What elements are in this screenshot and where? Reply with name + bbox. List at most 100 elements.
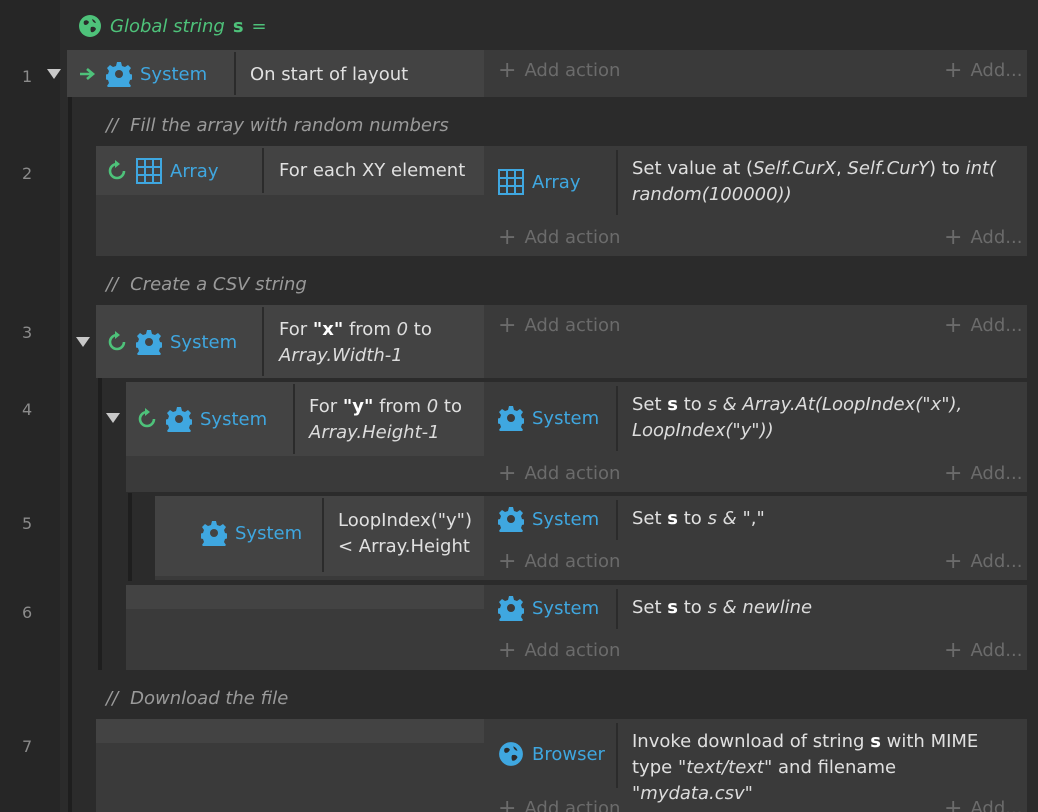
collapse-arrow[interactable] (106, 413, 120, 423)
object-name: System (532, 508, 600, 530)
condition-text: For "y" from 0 to Array.Height-1 (309, 396, 462, 443)
plus-icon: + (498, 57, 517, 83)
divider (616, 150, 618, 215)
add-action-button[interactable]: + Add action (498, 460, 620, 486)
object-name: Array (532, 171, 581, 193)
plus-icon: + (944, 795, 963, 812)
loop-icon (108, 160, 126, 180)
action-text[interactable]: Set s to s & "," (632, 506, 1017, 532)
condition-object[interactable]: System (78, 61, 207, 87)
condition-object[interactable]: System (106, 329, 237, 355)
action-object[interactable]: System (498, 506, 599, 532)
object-name: System (170, 331, 238, 353)
gear-icon (498, 596, 524, 621)
globe-icon (79, 15, 101, 37)
condition-object[interactable]: Array (106, 158, 218, 184)
add-action-button[interactable]: + Add action (498, 226, 620, 248)
condition-text: For "x" from 0 to Array.Width-1 (279, 319, 432, 366)
add-action-button[interactable]: + Add action (498, 548, 620, 574)
object-name: System (235, 522, 303, 544)
tree-line (68, 97, 72, 812)
gear-icon (498, 507, 524, 532)
array-grid-icon (136, 158, 162, 184)
condition-object[interactable]: System (201, 520, 302, 546)
event-sheet: 1 2 3 4 5 6 7 Global string s = System O… (0, 0, 1038, 812)
add-more-button[interactable]: + Add... (944, 795, 1022, 812)
empty-condition-row[interactable] (126, 585, 484, 609)
global-equals: = (251, 15, 267, 37)
add-more-button[interactable]: + Add... (944, 637, 1022, 663)
action-text[interactable]: Set s to s & newline (632, 595, 1017, 621)
action-object[interactable]: Array (498, 169, 580, 195)
add-action-button[interactable]: + Add action (498, 314, 620, 336)
tree-line (128, 493, 132, 581)
condition-text: LoopIndex("y") < Array.Height (338, 510, 472, 557)
condition-text: For each XY element (279, 160, 466, 181)
line-number: 7 (22, 737, 33, 756)
comment[interactable]: // Fill the array with random numbers (106, 115, 449, 136)
divider (616, 386, 618, 451)
action-object[interactable]: System (498, 405, 599, 431)
condition-object[interactable]: System (136, 406, 267, 432)
divider (616, 500, 618, 540)
object-name: System (532, 597, 600, 619)
trigger-arrow-icon (80, 68, 96, 80)
gear-icon (136, 330, 162, 355)
global-var-name: s (232, 15, 244, 37)
gear-icon (201, 521, 227, 546)
plus-icon: + (944, 548, 963, 574)
action-object[interactable]: System (498, 595, 599, 621)
divider (616, 589, 618, 629)
gear-icon (498, 406, 524, 431)
line-number: 4 (22, 400, 33, 419)
comment[interactable]: // Create a CSV string (106, 274, 307, 295)
comment-text: Fill the array with random numbers (130, 115, 449, 136)
condition-text: On start of layout (250, 64, 409, 85)
divider (616, 723, 618, 788)
action-object[interactable]: Browser (498, 741, 605, 767)
plus-icon: + (944, 224, 963, 250)
globe-icon (499, 742, 523, 766)
add-action-button[interactable]: + Add action (498, 57, 620, 83)
object-name: Browser (532, 743, 605, 765)
comment[interactable]: // Download the file (106, 688, 288, 709)
action-text[interactable]: Set value at (Self.CurX, Self.CurY) to i… (632, 156, 1017, 208)
divider (322, 498, 324, 572)
line-number: 3 (22, 323, 33, 342)
plus-icon: + (944, 312, 963, 338)
plus-icon: + (944, 57, 963, 83)
plus-icon: + (944, 460, 963, 486)
line-number: 5 (22, 514, 33, 533)
object-name: Array (170, 160, 219, 182)
object-name: System (532, 407, 600, 429)
gear-icon (106, 62, 132, 87)
loop-icon (108, 331, 126, 351)
comment-marker: // (106, 688, 119, 709)
action-text[interactable]: Set s to s & Array.At(LoopIndex("x"), Loo… (632, 392, 1017, 444)
add-action-button[interactable]: + Add action (498, 639, 620, 661)
gear-icon (166, 407, 192, 432)
comment-marker: // (106, 274, 119, 295)
global-variable[interactable]: Global string s = (78, 14, 267, 38)
add-more-button[interactable]: + Add... (944, 224, 1022, 250)
add-more-button[interactable]: + Add... (944, 57, 1022, 83)
loop-icon (138, 408, 156, 428)
collapse-arrow[interactable] (76, 337, 90, 347)
plus-icon: + (944, 637, 963, 663)
add-more-button[interactable]: + Add... (944, 548, 1022, 574)
plus-icon: + (498, 460, 517, 486)
array-grid-icon (498, 169, 524, 195)
tree-line (98, 378, 102, 670)
divider (262, 307, 264, 376)
add-action-button[interactable]: + Add action (498, 795, 620, 812)
action-text[interactable]: Invoke download of string s with MIME typ… (632, 729, 1022, 807)
divider (262, 148, 264, 193)
comment-marker: // (106, 115, 119, 136)
add-more-button[interactable]: + Add... (944, 460, 1022, 486)
object-name: System (140, 63, 208, 85)
empty-condition-row[interactable] (96, 719, 484, 743)
collapse-arrow[interactable] (47, 69, 61, 79)
plus-icon: + (498, 548, 517, 574)
add-more-button[interactable]: + Add... (944, 312, 1022, 338)
plus-icon: + (498, 795, 517, 812)
